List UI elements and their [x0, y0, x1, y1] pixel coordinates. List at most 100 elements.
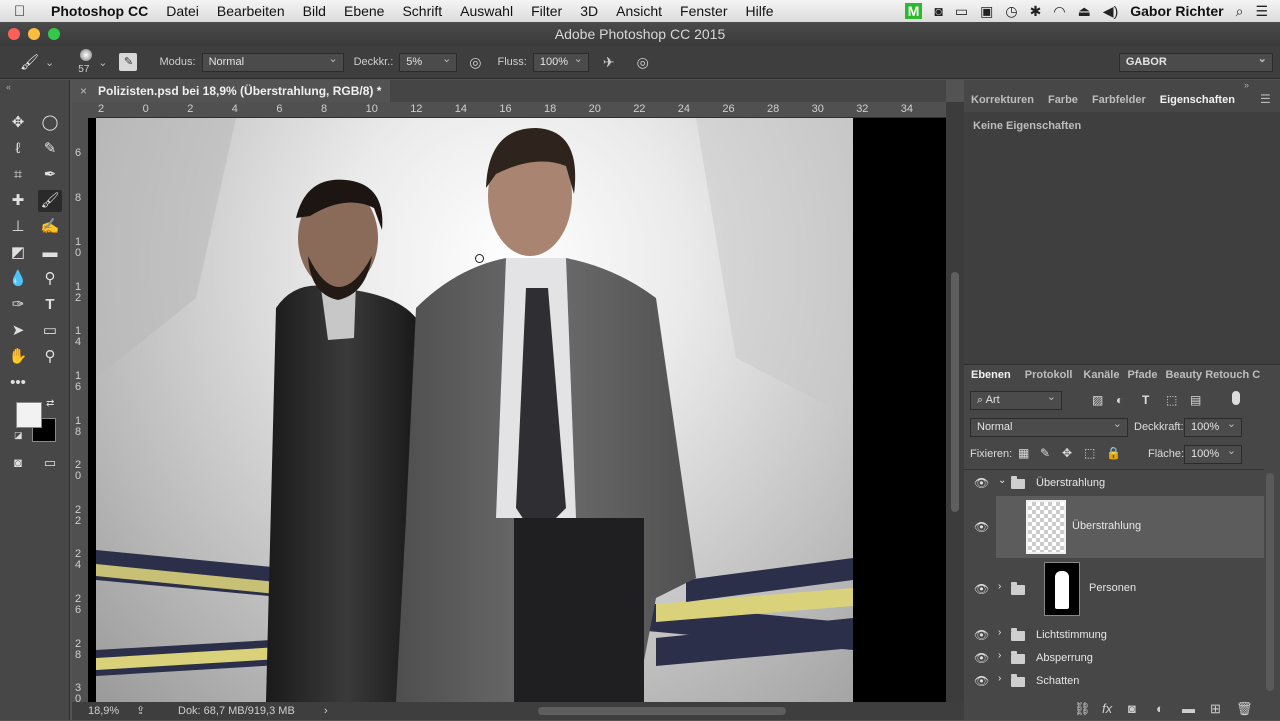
spotlight-icon[interactable]: ⌕	[1236, 3, 1244, 20]
document-canvas[interactable]	[96, 118, 853, 702]
apple-icon[interactable]: 	[14, 3, 36, 20]
expand-chevron-icon[interactable]: ›	[998, 650, 1001, 661]
menu-hilfe[interactable]: Hilfe	[737, 3, 783, 19]
add-mask-icon[interactable]: ◙	[1128, 701, 1136, 716]
flow-input[interactable]: 100%	[532, 51, 589, 72]
move-tool-icon[interactable]: ✥	[6, 112, 30, 134]
close-document-icon[interactable]: ×	[80, 80, 87, 102]
pen-tool-icon[interactable]: ✑	[6, 294, 30, 316]
ruler-origin[interactable]	[72, 102, 96, 118]
path-selection-tool-icon[interactable]: ➤	[6, 320, 30, 342]
rectangle-tool-icon[interactable]: ▭	[38, 320, 62, 342]
workspace-select[interactable]: GABOR	[1118, 51, 1273, 72]
share-icon[interactable]: ⇪	[136, 702, 145, 720]
layer-row[interactable]: 👁 › Lichtstimmung	[964, 624, 1264, 646]
notification-center-icon[interactable]: ☰	[1255, 3, 1268, 20]
filter-smartobject-icon[interactable]: ▤	[1190, 393, 1201, 407]
visibility-eye-icon[interactable]: 👁	[974, 628, 989, 642]
menu-ansicht[interactable]: Ansicht	[607, 3, 671, 19]
layers-scrollbar[interactable]	[1266, 473, 1274, 691]
blend-mode-select[interactable]: Normal	[970, 416, 1128, 437]
menu-schrift[interactable]: Schrift	[393, 3, 451, 19]
airplay-icon[interactable]: ▭	[955, 3, 968, 20]
crop-tool-icon[interactable]: ⌗	[6, 164, 30, 186]
layer-opacity-input[interactable]: 100%	[1184, 416, 1242, 437]
tab-farbfelder[interactable]: Farbfelder	[1085, 90, 1153, 110]
user-name[interactable]: Gabor Richter	[1130, 3, 1223, 19]
wifi-icon[interactable]: ◠	[1053, 3, 1065, 20]
close-window-button[interactable]	[8, 28, 20, 40]
pressure-size-icon[interactable]: ◎	[637, 54, 649, 71]
new-layer-icon[interactable]: ⊞	[1210, 701, 1221, 717]
new-group-icon[interactable]: ▬	[1182, 701, 1195, 716]
opacity-input[interactable]: 5%	[399, 51, 458, 72]
delete-layer-icon[interactable]: 🗑	[1236, 701, 1253, 717]
zoom-level[interactable]: 18,9%	[88, 702, 119, 720]
panel-menu-icon[interactable]: ☰	[1260, 92, 1271, 106]
tab-eigenschaften[interactable]: Eigenschaften	[1152, 90, 1242, 110]
brush-tool-icon[interactable]: 🖌	[20, 53, 39, 71]
menu-filter[interactable]: Filter	[522, 3, 571, 19]
layer-row[interactable]: 👁 › Absperrung	[964, 647, 1264, 669]
lock-position-icon[interactable]: ✥	[1062, 446, 1072, 460]
menu-3d[interactable]: 3D	[571, 3, 607, 19]
menu-fenster[interactable]: Fenster	[671, 3, 736, 19]
tab-korrekturen[interactable]: Korrekturen	[964, 90, 1041, 110]
brush-picker-chevron-icon[interactable]: ⌄	[98, 56, 107, 69]
visibility-eye-icon[interactable]: 👁	[974, 520, 989, 534]
lock-transparency-icon[interactable]: ▦	[1018, 446, 1029, 460]
panel-collapse-icon[interactable]: »	[1244, 80, 1249, 90]
lock-pixels-icon[interactable]: ✎	[1040, 446, 1050, 460]
default-colors-icon[interactable]: ◪	[14, 430, 23, 441]
layer-filter-select[interactable]: ⌕ Art	[970, 389, 1062, 410]
foreground-color-swatch[interactable]	[16, 402, 42, 428]
display-icon[interactable]: ▣	[980, 3, 993, 20]
fill-input[interactable]: 100%	[1184, 443, 1242, 464]
layer-style-icon[interactable]: fx	[1102, 701, 1112, 716]
menu-app[interactable]: Photoshop CC	[42, 3, 157, 19]
marquee-tool-icon[interactable]: ◯	[38, 112, 62, 134]
menu-auswahl[interactable]: Auswahl	[451, 3, 522, 19]
visibility-eye-icon[interactable]: 👁	[974, 582, 989, 596]
tab-ebenen[interactable]: Ebenen	[964, 365, 1018, 385]
layer-row[interactable]: 👁 › Personen	[964, 560, 1264, 620]
swap-colors-icon[interactable]: ⇄	[46, 398, 54, 409]
filter-adjustment-icon[interactable]: ◐	[1116, 393, 1123, 407]
tool-preset-chevron-icon[interactable]: ⌄	[45, 56, 54, 69]
blur-tool-icon[interactable]: 💧	[6, 268, 30, 290]
filter-toggle-icon[interactable]	[1232, 391, 1240, 405]
brush-panel-toggle-icon[interactable]: ✎	[119, 53, 138, 71]
lock-all-icon[interactable]: 🔒	[1106, 446, 1121, 460]
dodge-tool-icon[interactable]: ⚲	[38, 268, 62, 290]
eraser-tool-icon[interactable]: ◩	[6, 242, 30, 264]
layer-row[interactable]: 👁 ⌄ Überstrahlung	[964, 472, 1264, 494]
pressure-opacity-icon[interactable]: ◎	[469, 54, 481, 71]
eyedropper-tool-icon[interactable]: ✒	[38, 164, 62, 186]
document-tab[interactable]: × Polizisten.psd bei 18,9% (Überstrahlun…	[72, 80, 390, 102]
canvas-vertical-scrollbar[interactable]	[946, 102, 964, 702]
camera-icon[interactable]: ◙	[934, 3, 942, 19]
expand-chevron-icon[interactable]: ›	[998, 581, 1001, 592]
horizontal-scrollbar-thumb[interactable]	[538, 707, 786, 715]
horizontal-ruler[interactable]: 2024681012141618202224262830323436	[96, 102, 946, 118]
zoom-window-button[interactable]	[48, 28, 60, 40]
vertical-ruler[interactable]: 6 8 1 0 1 2 1 4 1 6 1 8 2 0 2 2 2 4 2 6 2 8 3 0	[72, 118, 88, 702]
brush-tool-button[interactable]: 🖌	[38, 190, 62, 212]
airbrush-icon[interactable]: ✈	[603, 54, 615, 71]
scrollbar-thumb[interactable]	[951, 272, 959, 512]
lock-artboard-icon[interactable]: ⬚	[1084, 446, 1095, 460]
visibility-eye-icon[interactable]: 👁	[974, 674, 989, 688]
expand-chevron-icon[interactable]: ›	[998, 627, 1001, 638]
stamp-tool-icon[interactable]: ⊥	[6, 216, 30, 238]
link-layers-icon[interactable]: ⛓	[1074, 701, 1091, 717]
tab-kanaele[interactable]: Kanäle	[1079, 365, 1123, 385]
quick-selection-tool-icon[interactable]: ✎	[38, 138, 62, 160]
new-adjustment-layer-icon[interactable]: ◐	[1156, 701, 1164, 716]
mode-select[interactable]: Normal	[201, 51, 344, 72]
filter-image-icon[interactable]: ▨	[1092, 393, 1103, 407]
filter-shape-icon[interactable]: ⬚	[1166, 393, 1177, 407]
menu-datei[interactable]: Datei	[157, 3, 208, 19]
volume-icon[interactable]: ◀)	[1103, 3, 1118, 20]
menu-bild[interactable]: Bild	[294, 3, 335, 19]
layer-row[interactable]: 👁 › Schatten	[964, 670, 1264, 692]
